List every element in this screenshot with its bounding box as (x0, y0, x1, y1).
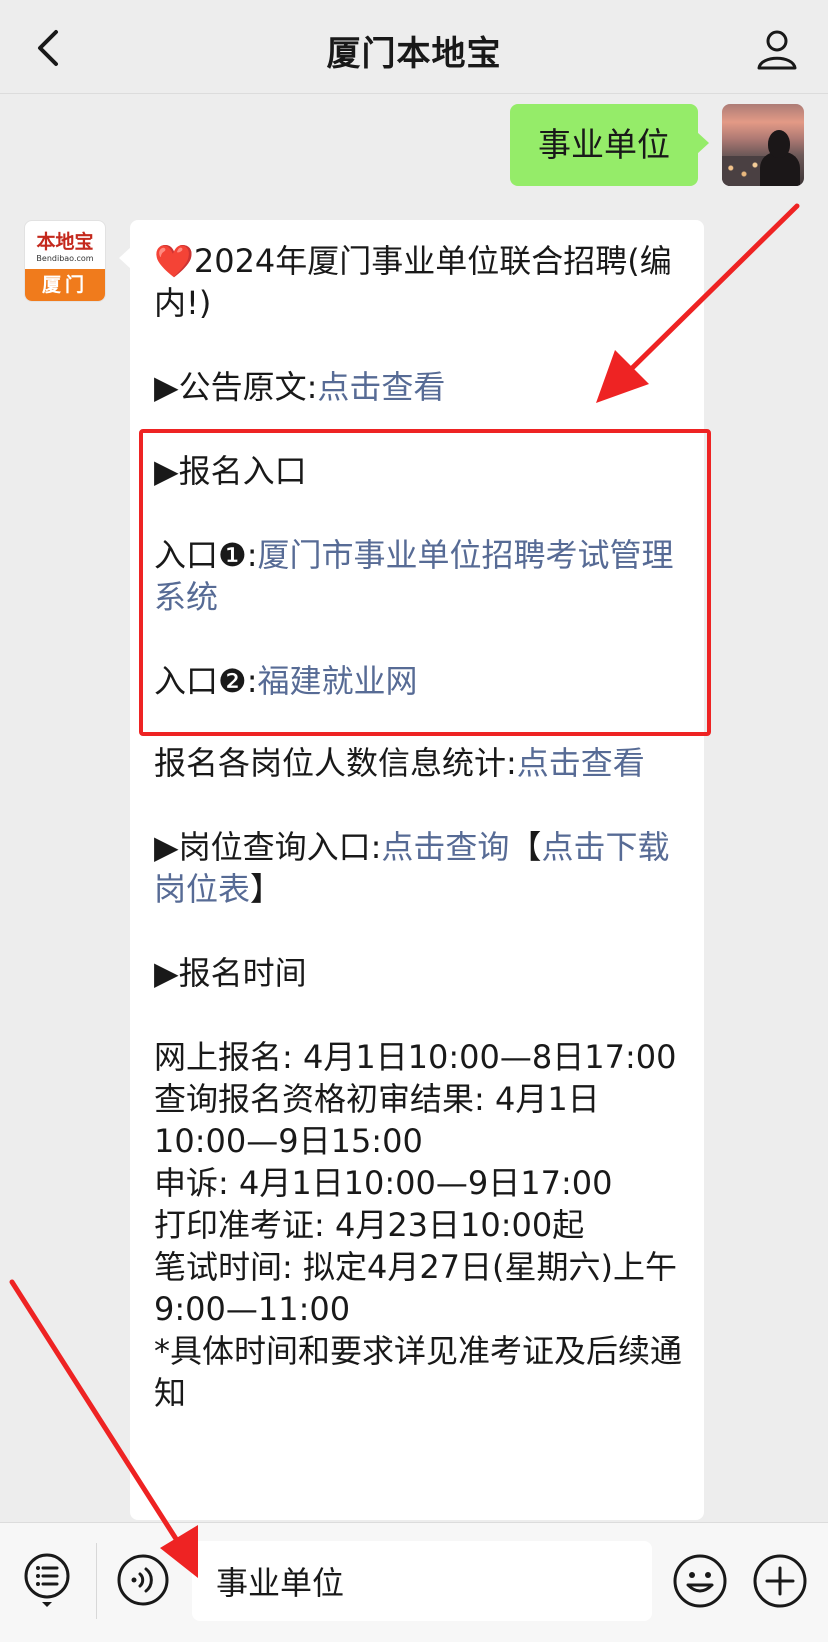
logo-text: 本地宝 (36, 231, 94, 253)
position-query-link[interactable]: 点击查询 (381, 828, 509, 866)
plus-icon[interactable] (752, 1553, 808, 1609)
received-bubble-tail (119, 247, 131, 269)
time-note: *具体时间和要求详见准考证及后续通知 (154, 1332, 683, 1412)
nav-bar: 厦门本地宝 (0, 0, 828, 94)
logo-city-text: 厦门 (25, 269, 105, 301)
menu-list-icon[interactable] (22, 1551, 72, 1609)
emoji-icon[interactable] (672, 1553, 728, 1609)
message-title: ❤️2024年厦门事业单位联合招聘(编内!) (154, 242, 672, 322)
person-icon[interactable] (756, 28, 798, 70)
position-line: ▶岗位查询入口:点击查询【点击下载岗位表】 (154, 828, 670, 908)
message-content: ❤️2024年厦门事业单位联合招聘(编内!) ▶公告原文:点击查看 ▶报名入口 … (154, 240, 684, 1414)
notice-link[interactable]: 点击查看 (317, 368, 445, 406)
input-bar (0, 1522, 828, 1642)
input-divider (96, 1543, 97, 1619)
message-input[interactable] (192, 1541, 652, 1621)
time-appeal: 申诉: 4月1日10:00—9日17:00 (154, 1164, 613, 1202)
time-online-register: 网上报名: 4月1日10:00—8日17:00 (154, 1038, 677, 1076)
time-review-result: 查询报名资格初审结果: 4月1日10:00—9日15:00 (154, 1080, 600, 1160)
self-avatar[interactable] (722, 104, 804, 186)
time-heading: ▶报名时间 (154, 954, 307, 992)
account-avatar[interactable]: 本地宝 Bendibao.com 厦门 (24, 220, 106, 302)
notice-line: ▶公告原文:点击查看 (154, 368, 446, 406)
stats-link[interactable]: 点击查看 (517, 744, 645, 782)
stats-line: 报名各岗位人数信息统计:点击查看 (154, 744, 645, 782)
sent-message-bubble[interactable]: 事业单位 (510, 104, 698, 186)
sent-bubble-tail (697, 132, 709, 154)
voice-icon[interactable] (116, 1553, 170, 1607)
time-print-ticket: 打印准考证: 4月23日10:00起 (154, 1206, 585, 1244)
logo-url-text: Bendibao.com (36, 254, 94, 263)
register-entry-highlight (139, 429, 711, 736)
heart-icon: ❤️ (154, 242, 194, 280)
time-written-exam: 笔试时间: 拟定4月27日(星期六)上午9:00—11:00 (154, 1248, 678, 1328)
chat-title: 厦门本地宝 (326, 34, 502, 74)
